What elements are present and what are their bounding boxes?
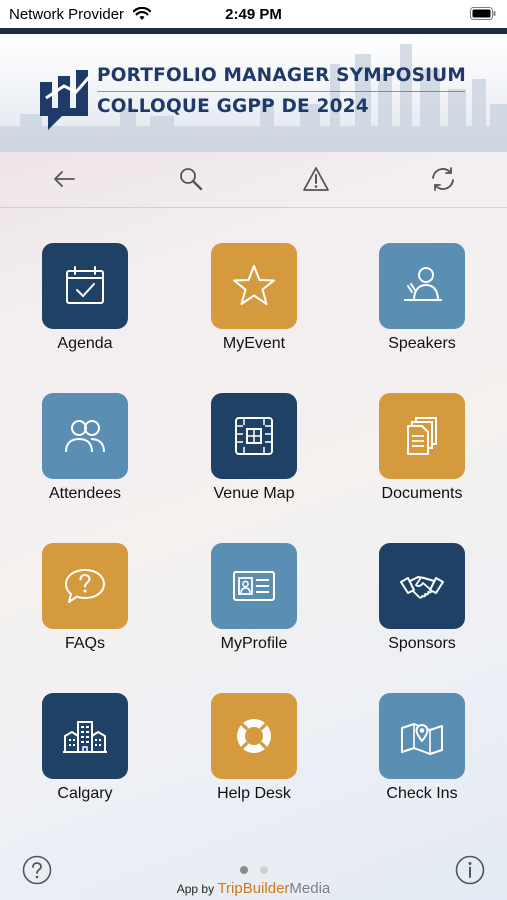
tile-myprofile[interactable]: MyProfile [184,543,324,663]
tile-sponsors-icon-box [379,543,465,629]
back-arrow-icon [54,171,75,187]
tile-attendees-icon-box [42,393,128,479]
refresh-button[interactable] [428,164,458,194]
tile-documents-label: Documents [381,485,463,502]
tile-calgary[interactable]: Calgary [15,693,155,813]
tile-check-ins-label: Check Ins [386,785,458,802]
tile-faqs-icon-box [42,543,128,629]
clock: 2:49 PM [225,6,282,23]
back-button[interactable] [49,164,79,194]
banner-divider [97,91,465,92]
tile-check-ins-icon-box [379,693,465,779]
tile-agenda-icon-box [42,243,128,329]
search-icon [180,168,203,191]
tile-speakers-icon-box [379,243,465,329]
toolbar [0,152,507,207]
tile-myevent[interactable]: MyEvent [184,243,324,363]
map-pin-icon [401,723,443,755]
alert-icon [303,167,329,191]
tile-sponsors[interactable]: Sponsors [352,543,492,663]
tile-venue-map[interactable]: Venue Map [184,393,324,513]
people-icon [65,420,105,453]
status-bar: Network Provider 2:49 PM [0,0,507,28]
tile-attendees[interactable]: Attendees [15,393,155,513]
tile-check-ins[interactable]: Check Ins [352,693,492,813]
speaker-podium-icon [404,267,442,301]
tile-faqs-label: FAQs [64,635,105,652]
question-bubble-icon [65,569,105,603]
tile-calgary-icon-box [42,693,128,779]
tile-faqs[interactable]: FAQs [15,543,155,663]
tile-help-desk-label: Help Desk [217,785,291,802]
tile-attendees-label: Attendees [48,485,122,502]
calendar-check-icon [66,266,104,304]
page-indicator-dot-active[interactable] [240,866,248,874]
tile-help-desk[interactable]: Help Desk [184,693,324,813]
search-button[interactable] [176,164,206,194]
handshake-icon [400,576,444,599]
alerts-button[interactable] [301,164,331,194]
page-indicator-dot[interactable] [260,866,268,874]
toolbar-divider [0,207,507,208]
documents-icon [407,417,437,455]
tile-venue-map-icon-box [211,393,297,479]
star-icon [233,265,275,305]
tile-myevent-icon-box [211,243,297,329]
tile-speakers[interactable]: Speakers [352,243,492,363]
tile-sponsors-label: Sponsors [388,635,456,652]
tile-help-desk-icon-box [211,693,297,779]
credit-brand-media: Media [289,880,331,897]
symposium-logo-icon [40,70,90,130]
tile-myprofile-label: MyProfile [220,635,288,652]
battery-icon [470,7,496,20]
id-card-icon [233,571,275,601]
banner-title-english: PORTFOLIO MANAGER SYMPOSIUM [97,65,467,86]
lifebuoy-icon [237,719,271,753]
floor-plan-icon [235,417,273,455]
city-buildings-icon [63,721,107,753]
tile-agenda-label: Agenda [57,335,113,352]
tile-myevent-label: MyEvent [222,335,286,352]
tile-venue-map-label: Venue Map [213,485,295,502]
credit-brand-tripbuilder: TripBuilder [217,880,290,897]
refresh-icon [432,167,454,191]
banner-title-french: COLLOQUE GGPP DE 2024 [97,96,369,117]
tile-calgary-label: Calgary [57,785,113,802]
app-credit: App by TripBuilderMedia [0,880,507,897]
tile-speakers-label: Speakers [388,335,456,352]
tile-agenda[interactable]: Agenda [15,243,155,363]
credit-prefix: App by [176,882,215,896]
tile-myprofile-icon-box [211,543,297,629]
event-banner: PORTFOLIO MANAGER SYMPOSIUM COLLOQUE GGP… [0,34,507,152]
tile-documents[interactable]: Documents [352,393,492,513]
tile-documents-icon-box [379,393,465,479]
